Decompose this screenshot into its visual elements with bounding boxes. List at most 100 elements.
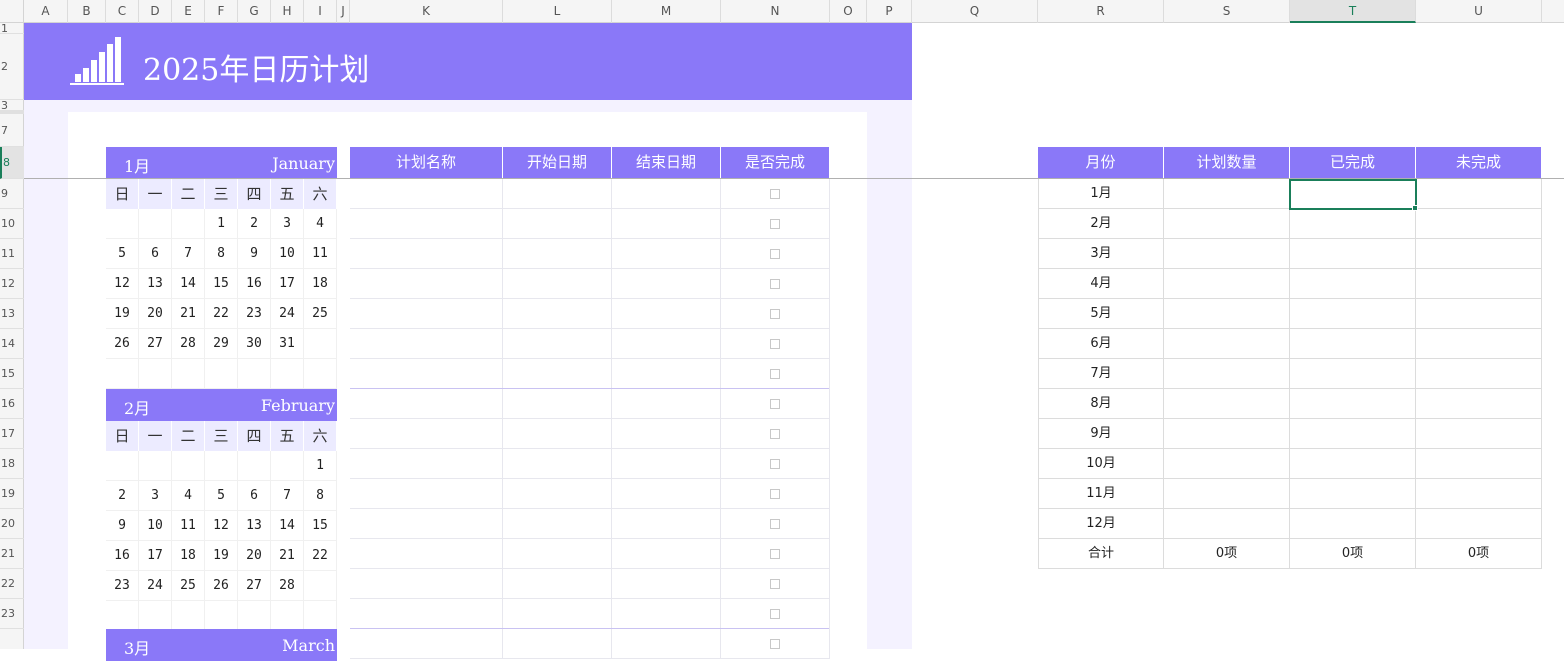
summary-cell[interactable] [1290,269,1416,299]
plan-cell[interactable] [503,569,612,599]
column-header-e[interactable]: E [172,0,205,23]
calendar-day[interactable]: 31 [271,329,304,359]
calendar-day[interactable]: 27 [139,329,172,359]
column-header-h[interactable]: H [271,0,304,23]
calendar-day[interactable]: 26 [205,571,238,601]
plan-cell[interactable] [503,629,612,659]
row-header-15[interactable]: 15 [0,359,24,389]
calendar-day[interactable]: 17 [271,269,304,299]
summary-cell[interactable] [1290,329,1416,359]
checkbox-icon[interactable] [770,189,780,199]
summary-cell[interactable] [1164,389,1290,419]
summary-cell[interactable]: 1月 [1038,179,1164,209]
summary-cell[interactable] [1164,269,1290,299]
plan-cell[interactable] [350,569,503,599]
checkbox-icon[interactable] [770,639,780,649]
calendar-day[interactable]: 8 [205,239,238,269]
summary-cell[interactable] [1290,389,1416,419]
plan-cell[interactable] [503,209,612,239]
plan-cell[interactable] [350,599,503,629]
plan-cell[interactable] [612,449,721,479]
summary-cell[interactable] [1290,239,1416,269]
summary-cell[interactable]: 11月 [1038,479,1164,509]
calendar-day[interactable] [172,451,205,481]
column-header-a[interactable]: A [24,0,68,23]
summary-cell[interactable] [1416,449,1542,479]
row-header-10[interactable]: 10 [0,209,24,239]
checkbox-icon[interactable] [770,339,780,349]
calendar-day[interactable]: 29 [205,329,238,359]
calendar-day[interactable] [106,359,139,389]
checkbox-icon[interactable] [770,609,780,619]
calendar-day[interactable] [106,601,139,631]
calendar-day[interactable]: 17 [139,541,172,571]
summary-cell[interactable] [1290,209,1416,239]
summary-cell[interactable] [1416,269,1542,299]
row-header-14[interactable]: 14 [0,329,24,359]
plan-cell[interactable] [350,539,503,569]
summary-cell[interactable] [1164,449,1290,479]
calendar-day[interactable] [106,451,139,481]
calendar-day[interactable]: 18 [304,269,337,299]
plan-cell[interactable] [350,389,503,419]
calendar-day[interactable] [304,571,337,601]
summary-cell[interactable] [1416,359,1542,389]
plan-cell[interactable] [503,239,612,269]
row-header-13[interactable]: 13 [0,299,24,329]
calendar-day[interactable] [205,601,238,631]
calendar-day[interactable]: 7 [271,481,304,511]
calendar-day[interactable]: 15 [304,511,337,541]
calendar-day[interactable]: 30 [238,329,271,359]
column-header-b[interactable]: B [68,0,106,23]
row-header-1[interactable]: 1 [0,23,24,34]
calendar-day[interactable]: 21 [271,541,304,571]
plan-cell[interactable] [350,359,503,389]
row-header-8[interactable]: 8 [0,147,24,179]
calendar-day[interactable]: 2 [238,209,271,239]
calendar-day[interactable]: 5 [106,239,139,269]
row-header-11[interactable]: 11 [0,239,24,269]
row-header-2[interactable]: 2 [0,34,24,100]
plan-cell[interactable] [612,419,721,449]
calendar-day[interactable] [304,329,337,359]
calendar-day[interactable]: 4 [304,209,337,239]
calendar-day[interactable] [304,359,337,389]
summary-cell[interactable]: 5月 [1038,299,1164,329]
column-header-t[interactable]: T [1290,0,1416,23]
plan-cell[interactable] [503,419,612,449]
plan-cell[interactable] [612,239,721,269]
plan-cell[interactable] [612,329,721,359]
summary-cell[interactable] [1416,299,1542,329]
calendar-day[interactable] [271,451,304,481]
calendar-day[interactable]: 10 [271,239,304,269]
summary-cell[interactable] [1164,359,1290,389]
plan-cell[interactable] [612,629,721,659]
calendar-day[interactable] [304,601,337,631]
calendar-day[interactable]: 8 [304,481,337,511]
calendar-day[interactable]: 4 [172,481,205,511]
calendar-day[interactable] [172,601,205,631]
calendar-day[interactable]: 1 [304,451,337,481]
summary-cell[interactable]: 8月 [1038,389,1164,419]
plan-cell[interactable] [503,329,612,359]
column-header-p[interactable]: P [867,0,912,23]
summary-cell[interactable] [1164,419,1290,449]
row-header-17[interactable]: 17 [0,419,24,449]
plan-cell[interactable] [612,389,721,419]
plan-cell[interactable] [612,539,721,569]
summary-cell[interactable] [1416,239,1542,269]
checkbox-icon[interactable] [770,549,780,559]
checkbox-icon[interactable] [770,309,780,319]
calendar-day[interactable]: 19 [106,299,139,329]
calendar-day[interactable]: 6 [238,481,271,511]
column-header-j[interactable]: J [337,0,350,23]
calendar-day[interactable]: 3 [271,209,304,239]
calendar-day[interactable]: 24 [271,299,304,329]
summary-cell[interactable]: 12月 [1038,509,1164,539]
calendar-day[interactable]: 26 [106,329,139,359]
calendar-day[interactable]: 6 [139,239,172,269]
calendar-day[interactable]: 19 [205,541,238,571]
summary-total-cell[interactable]: 合计 [1038,539,1164,569]
calendar-day[interactable]: 25 [172,571,205,601]
plan-cell[interactable] [350,209,503,239]
